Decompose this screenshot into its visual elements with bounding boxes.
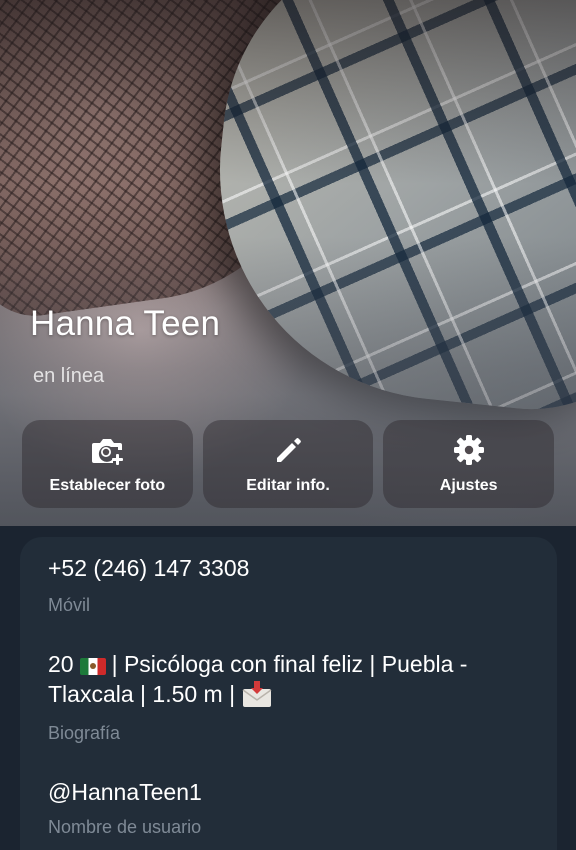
pencil-icon	[271, 433, 305, 467]
set-photo-button[interactable]: Establecer foto	[22, 420, 193, 508]
phone-caption: Móvil	[48, 595, 91, 615]
phone-row[interactable]: +52 (246) 147 3308 Móvil	[48, 553, 533, 616]
bio-caption: Biografía	[48, 723, 121, 743]
profile-screen: Hanna Teen en línea Establecer foto Edit…	[0, 0, 576, 850]
edit-info-button[interactable]: Editar info.	[202, 420, 374, 508]
bio-age: 20	[48, 651, 74, 677]
bio-line2: Tlaxcala | 1.50 m |	[48, 681, 236, 707]
username-caption: Nombre de usuario	[48, 817, 202, 837]
phone-number: +52 (246) 147 3308	[48, 555, 250, 581]
edit-info-label: Editar info.	[246, 477, 330, 494]
gear-icon	[452, 433, 486, 467]
account-info-card: +52 (246) 147 3308 Móvil 20 | Psicóloga c…	[20, 537, 557, 850]
bio-row[interactable]: 20 | Psicóloga con final feliz | Puebla -…	[48, 649, 533, 744]
profile-actions: Establecer foto Editar info. Ajustes	[22, 420, 555, 508]
bio-line1: | Psicóloga con final feliz | Puebla -	[111, 651, 468, 677]
online-status: en línea	[33, 365, 105, 387]
username: @HannaTeen1	[48, 779, 202, 805]
profile-name: Hanna Teen	[30, 304, 221, 343]
settings-label: Ajustes	[439, 477, 498, 494]
add-photo-icon	[90, 433, 124, 467]
profile-photo[interactable]: Hanna Teen en línea Establecer foto Edit…	[0, 0, 576, 526]
username-row[interactable]: @HannaTeen1 Nombre de usuario	[48, 777, 533, 838]
settings-button[interactable]: Ajustes	[383, 420, 555, 508]
set-photo-label: Establecer foto	[49, 477, 166, 494]
mexico-flag-icon	[79, 658, 106, 675]
bio-text: 20 | Psicóloga con final feliz | Puebla -…	[48, 649, 533, 709]
incoming-envelope-icon	[241, 681, 273, 707]
